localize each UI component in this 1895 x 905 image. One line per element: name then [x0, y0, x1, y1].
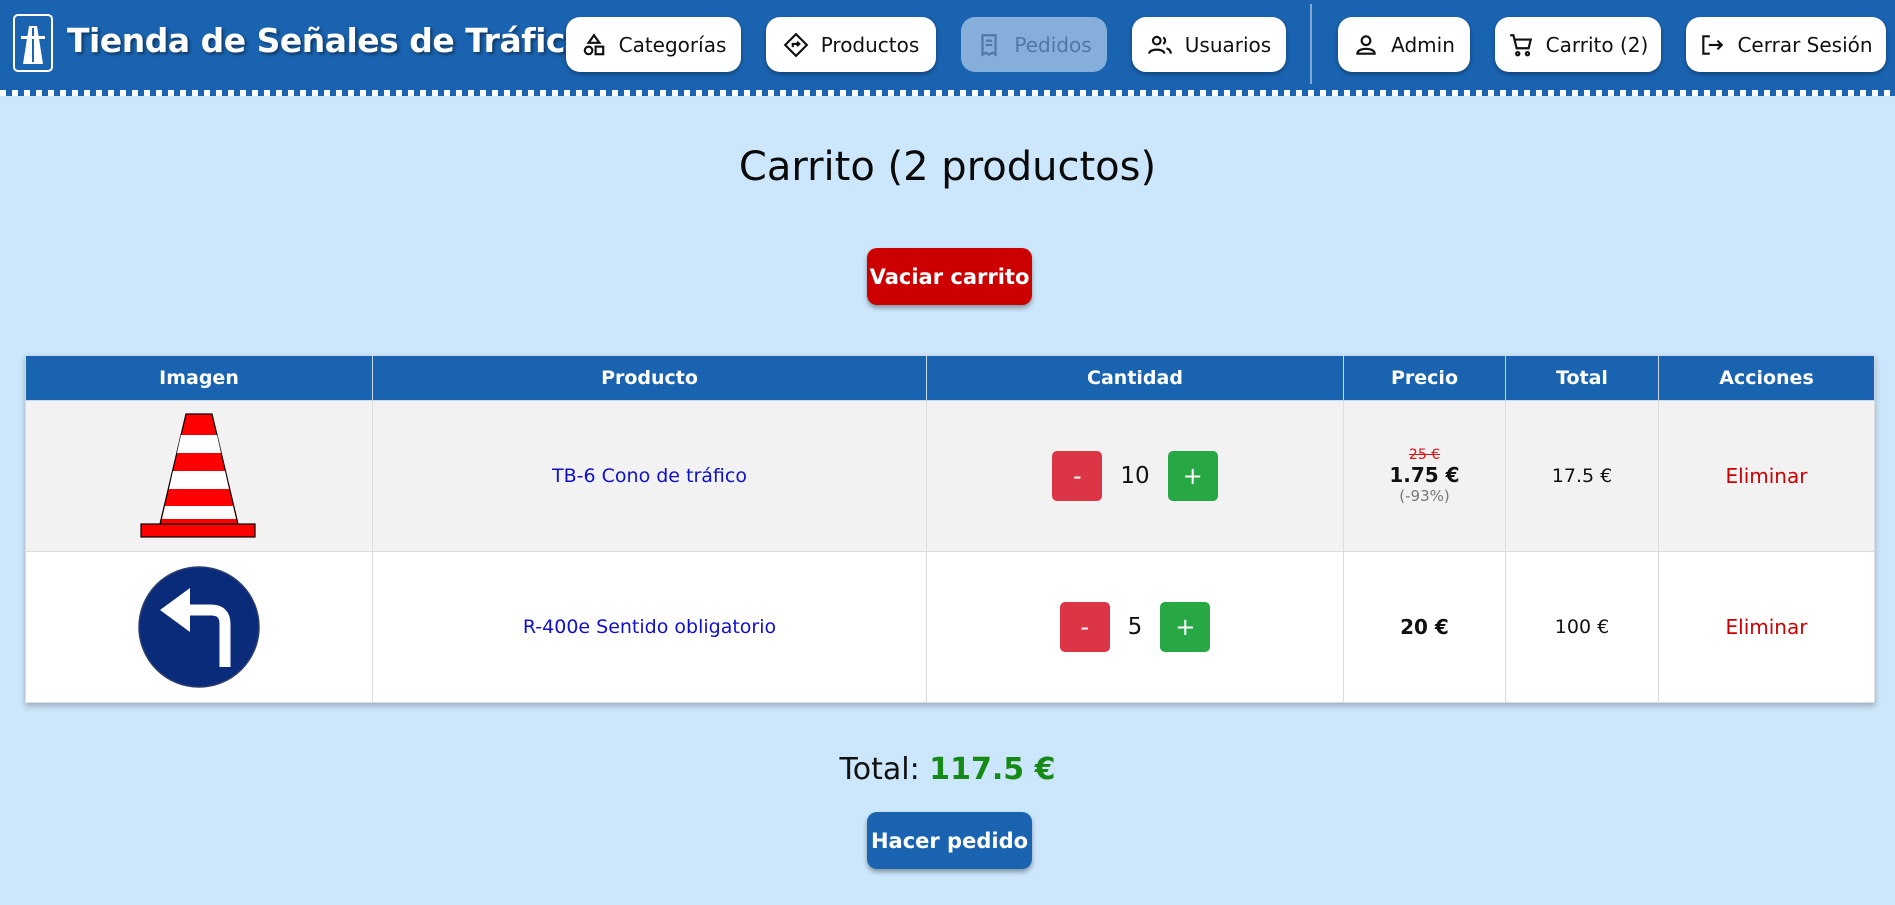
- nav-categorias-button[interactable]: Categorías: [566, 17, 741, 72]
- cart-icon: [1509, 33, 1532, 56]
- nav-categorias-label: Categorías: [618, 32, 727, 57]
- nav-admin-button[interactable]: Admin: [1338, 17, 1470, 72]
- product-name-cell: TB-6 Cono de tráfico: [372, 400, 927, 552]
- quantity-value: 10: [1120, 463, 1150, 489]
- total-amount: 117.5 €: [929, 752, 1056, 787]
- product-link[interactable]: R-400e Sentido obligatorio: [523, 616, 776, 638]
- product-link[interactable]: TB-6 Cono de tráfico: [552, 465, 747, 487]
- product-name-cell: R-400e Sentido obligatorio: [372, 551, 927, 703]
- product-image-cell: [25, 400, 373, 552]
- actions-cell: Eliminar: [1658, 400, 1875, 552]
- nav-logout-button[interactable]: Cerrar Sesión: [1686, 17, 1886, 72]
- nav-pedidos-button[interactable]: Pedidos: [961, 17, 1107, 72]
- quantity-cell: - 5 +: [926, 551, 1344, 703]
- nav-pedidos-label: Pedidos: [1014, 32, 1092, 57]
- nav-usuarios-label: Usuarios: [1184, 32, 1272, 57]
- logout-icon: [1702, 34, 1724, 55]
- clear-cart-button[interactable]: Vaciar carrito: [867, 248, 1032, 305]
- table-header-row: Imagen Producto Cantidad Precio Total Ac…: [25, 355, 1875, 401]
- decrease-quantity-button[interactable]: -: [1052, 451, 1103, 501]
- line-total-cell: 17.5 €: [1505, 400, 1659, 552]
- nav-divider: [1310, 4, 1312, 84]
- place-order-button[interactable]: Hacer pedido: [867, 812, 1032, 869]
- discount-percent: (-93%): [1399, 487, 1450, 505]
- column-header-acciones: Acciones: [1658, 355, 1875, 401]
- column-header-total: Total: [1505, 355, 1659, 401]
- total-label: Total:: [839, 752, 920, 787]
- nav-admin-label: Admin: [1391, 32, 1455, 57]
- increase-quantity-button[interactable]: +: [1167, 451, 1218, 501]
- nav-usuarios-button[interactable]: Usuarios: [1132, 17, 1286, 72]
- cart-table: Imagen Producto Cantidad Precio Total Ac…: [25, 355, 1875, 703]
- site-title[interactable]: Tienda de Señales de Tráfico: [67, 21, 588, 60]
- column-header-cantidad: Cantidad: [926, 355, 1344, 401]
- column-header-precio: Precio: [1343, 355, 1506, 401]
- quantity-cell: - 10 +: [926, 400, 1344, 552]
- receipt-icon: [981, 33, 997, 57]
- page-title: Carrito (2 productos): [738, 144, 1157, 190]
- quantity-stepper: - 5 +: [1059, 602, 1211, 652]
- increase-quantity-button[interactable]: +: [1160, 602, 1211, 652]
- original-price: 25 €: [1408, 447, 1441, 463]
- nav-logout-label: Cerrar Sesión: [1737, 32, 1873, 57]
- price-cell: 20 €: [1343, 551, 1506, 703]
- actions-cell: Eliminar: [1658, 551, 1875, 703]
- person-icon: [1356, 34, 1376, 55]
- shapes-icon: [583, 32, 604, 55]
- road-sign-icon: [783, 32, 809, 57]
- discounted-price: 1.75 €: [1389, 463, 1460, 487]
- decrease-quantity-button[interactable]: -: [1059, 602, 1110, 652]
- line-total-cell: 100 €: [1505, 551, 1659, 703]
- cart-total: Total: 117.5 €: [0, 752, 1895, 787]
- product-image-cell: [25, 551, 373, 703]
- nav-productos-button[interactable]: Productos: [766, 17, 936, 72]
- nav-productos-label: Productos: [820, 32, 920, 57]
- column-header-imagen: Imagen: [25, 355, 373, 401]
- table-row: TB-6 Cono de tráfico - 10 + 25 € 1.75 € …: [25, 400, 1875, 552]
- remove-item-button[interactable]: Eliminar: [1726, 615, 1808, 639]
- price-cell: 25 € 1.75 € (-93%): [1343, 400, 1506, 552]
- unit-price: 20 €: [1400, 615, 1449, 639]
- nav-carrito-label: Carrito (2): [1545, 32, 1649, 57]
- remove-item-button[interactable]: Eliminar: [1726, 464, 1808, 488]
- quantity-stepper: - 10 +: [1052, 451, 1218, 501]
- users-icon: [1147, 35, 1172, 54]
- nav-carrito-button[interactable]: Carrito (2): [1495, 17, 1661, 72]
- traffic-cone-image[interactable]: [140, 413, 258, 539]
- column-header-producto: Producto: [372, 355, 927, 401]
- table-row: R-400e Sentido obligatorio - 5 + 20 € 10…: [25, 551, 1875, 703]
- turn-left-sign-image[interactable]: [136, 564, 262, 690]
- highway-logo-icon[interactable]: [13, 14, 53, 72]
- top-navbar: Tienda de Señales de Tráfico Categorías …: [0, 0, 1895, 96]
- quantity-value: 5: [1127, 614, 1143, 640]
